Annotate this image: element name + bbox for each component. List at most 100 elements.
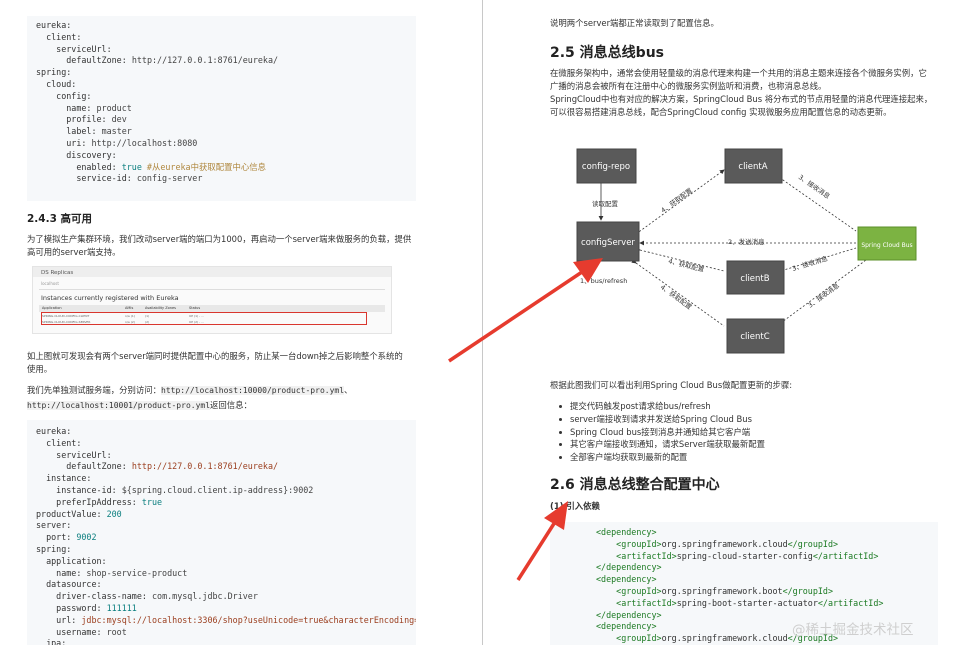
list-item: 全部客户端均获取到最新的配置 [559,451,765,464]
xml-tag: </artifactId> [817,597,884,608]
code-value: ${spring.cloud.client.ip-address}:9002 [121,484,314,495]
paragraph-2-line1: 如上图就可发现会有两个server端同时提供配置中心的服务，防止某一台down掉… [27,351,403,361]
code-key: eureka: [36,426,72,436]
code-value: config-server [136,173,203,184]
instances-heading: Instances currently registered with Eure… [41,294,179,302]
section-heading-2-4-3: 2.4.3 高可用 [27,213,93,225]
code-line: name: product [36,103,407,115]
label-step4a: 4、获取配置 [659,186,694,215]
code-line: defaultZone: http://127.0.0.1:8761/eurek… [36,461,407,473]
code-key: url: [36,614,82,625]
sub-heading-dependencies: (1) 引入依赖 [550,501,600,511]
paragraph-2-line2: 使用。 [27,364,53,374]
label-step3b: 3、接收消息 [791,253,829,272]
xml-line: </dependency> [596,562,929,574]
code-key: productValue: [36,508,107,519]
after-diagram-text: 根据此图我们可以看出利用Spring Cloud Bus做配置更新的步骤: [550,380,793,390]
code-line: client: [36,438,407,450]
node-config-repo-label: config-repo [582,162,630,172]
xml-tag: <dependency> [596,574,657,585]
xml-tag: </dependency> [596,609,662,620]
code-key: defaultZone: [36,461,132,472]
code-key: server: [36,520,72,531]
code-line: spring: [36,67,407,79]
code-key: name: [36,567,87,578]
code-value: master [101,126,132,137]
paragraph-3-suffix: 返回信息： [210,400,252,410]
code-key: defaultZone: [36,55,132,66]
code-value: jdbc:mysql://localhost:3306/shop?useUnic… [81,614,416,625]
label-step3a: 3、接收消息 [797,172,833,201]
header-amis: AMIs [125,306,134,310]
code-line: client: [36,32,407,44]
code-key: service-id: [36,173,137,184]
node-config-server: configServer [576,221,640,262]
label-read-config: 读取配置 [592,199,619,208]
code-key: serviceUrl: [36,43,112,54]
code-line: password: 111111 [36,603,407,615]
separator: 、 [344,385,353,395]
code-key: enabled: [36,161,122,172]
code-key: profile: [36,114,112,125]
code-value: 200 [106,508,122,519]
code-value: root [106,626,127,637]
node-client-b-label: clientB [740,274,769,284]
paragraph-25-line2: 广播的消息会被所有在注册中心的微服务实例监听和消费，也称消息总线。 [550,81,827,91]
node-client-a-label: clientA [738,162,767,172]
paragraph-25-line1: 在微服务架构中，通常会使用轻量级的消息代理来构建一个共用的消息主题来连接各个微服… [550,68,927,78]
code-value: 111111 [106,602,137,613]
url-10001[interactable]: http://localhost:10001/product-pro.yml [27,401,211,410]
label-step4b: 4、获取配置 [668,256,706,274]
list-item: server端接收到请求并发送给Spring Cloud Bus [559,413,765,426]
code-key: driver-class-name: [36,591,152,602]
code-line: defaultZone: http://127.0.0.1:8761/eurek… [36,55,407,67]
code-line: eureka: [36,20,407,32]
code-line: datasource: [36,579,407,591]
list-item: Spring Cloud bus接到消息并通知给其它客户端 [559,426,765,439]
code-key: eureka: [36,20,72,30]
xml-tag: </groupId> [782,585,833,596]
label-step4c: 4、获取配置 [659,282,694,311]
xml-line: <artifactId>spring-cloud-starter-config<… [596,551,929,563]
code-value: com.mysql.jdbc.Driver [151,591,258,602]
xml-value: org.springframework.cloud [661,538,788,549]
section-heading-2-5: 2.5 消息总线bus [550,45,664,61]
list-item: 提交代码触发post请求给bus/refresh [559,400,765,413]
node-client-a: clientA [724,148,783,184]
code-line: profile: dev [36,114,407,126]
xml-line: <dependency> [596,527,929,539]
code-key: serviceUrl: [36,449,112,460]
xml-tag: <groupId> [596,585,662,596]
label-step3c: 3、接收消息 [806,281,841,310]
url-10000[interactable]: http://localhost:10000/product-pro.yml [161,386,345,395]
code-line: serviceUrl: [36,450,407,462]
node-config-repo: config-repo [576,148,637,184]
code-line: enabled: true #从eureka中获取配置中心信息 [36,162,407,174]
intro-line: 说明两个server端都正常读取到了配置信息。 [550,18,719,28]
steps-list: 提交代码触发post请求给bus/refresh server端接收到请求并发送给… [559,400,765,464]
code-line: label: master [36,126,407,138]
label-step1: 1、bus/refresh [580,277,627,285]
xml-line: <groupId>org.springframework.cloud</grou… [596,539,929,551]
code-line: preferIpAddress: true [36,497,407,509]
xml-tag: </artifactId> [812,550,879,561]
xml-tag: </groupId> [787,538,839,549]
paragraph-25-line3: SpringCloud中也有对应的解决方案，SpringCloud Bus 将分… [550,94,933,104]
code-line: uri: http://localhost:8080 [36,138,407,150]
code-value: product [96,102,132,113]
node-bus-label: Spring Cloud Bus [861,242,912,249]
header-status: Status [189,306,201,310]
code-line: spring: [36,544,407,556]
xml-value: spring-cloud-starter-config [676,550,813,561]
code-line: jpa: [36,638,407,645]
code-line: eureka: [36,426,407,438]
xml-tag: <groupId> [596,633,662,644]
code-value: true [141,496,163,507]
yaml-code-block-1: eureka: client: serviceUrl: defaultZone:… [27,16,416,201]
label-step2: 2、发送消息 [728,237,765,246]
code-comment: #从eureka中获取配置中心信息 [141,161,266,172]
xml-value: spring-boot-starter-actuator [676,597,818,608]
code-key: client: [36,437,82,448]
code-key: discovery: [36,149,117,160]
code-key: instance-id: [36,484,122,495]
